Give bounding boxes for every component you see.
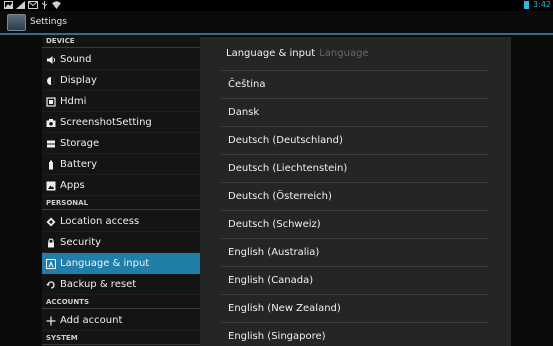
language-label: Deutsch (Österreich)	[228, 191, 332, 202]
language-label: English (New Zealand)	[228, 303, 341, 314]
usb-icon	[41, 1, 48, 9]
language-label: Deutsch (Liechtenstein)	[228, 163, 348, 174]
sidebar-item-label: Security	[60, 237, 102, 248]
camera-icon	[46, 118, 56, 128]
sidebar-item-display[interactable]: Display	[42, 70, 200, 91]
sidebar-item-storage[interactable]: Storage	[42, 133, 200, 154]
app-title: Settings	[30, 17, 67, 27]
sidebar-item-label: Hdmi	[60, 96, 87, 107]
location-icon	[46, 217, 56, 227]
plus-icon	[46, 316, 56, 326]
section-header-system: SYSTEM	[42, 332, 200, 345]
sidebar-item-label: Apps	[60, 180, 85, 191]
breadcrumb-current: Language	[319, 48, 369, 59]
language-item[interactable]: English (Singapore)	[221, 323, 488, 346]
sidebar-item-hdmi[interactable]: Hdmi	[42, 91, 200, 112]
clock: 3:42	[533, 0, 551, 9]
breadcrumb-parent[interactable]: Language & input	[226, 48, 315, 59]
sidebar-item-label: Add account	[60, 315, 123, 326]
language-label: English (Canada)	[228, 275, 314, 286]
display-icon	[46, 76, 56, 86]
language-item[interactable]: Deutsch (Deutschland)	[221, 127, 488, 155]
storage-icon	[46, 139, 56, 149]
breadcrumb: Language & input Language	[226, 47, 369, 60]
settings-sidebar: DEVICE Sound Display Hdmi ScreenshotSett…	[42, 35, 200, 346]
sidebar-item-label: Storage	[60, 138, 100, 149]
language-label: English (Australia)	[228, 247, 320, 258]
apps-icon	[46, 181, 56, 191]
signal-icon	[16, 1, 25, 9]
settings-content: DEVICE Sound Display Hdmi ScreenshotSett…	[0, 35, 553, 346]
lock-icon	[46, 238, 56, 248]
sidebar-item-label: Battery	[60, 159, 98, 170]
sidebar-item-label: Sound	[60, 54, 92, 65]
sidebar-item-language-input[interactable]: Language & input	[42, 253, 200, 274]
settings-app-icon[interactable]	[7, 14, 26, 31]
battery-status-icon	[524, 1, 529, 9]
sidebar-item-label: ScreenshotSetting	[60, 117, 152, 128]
language-label: Deutsch (Deutschland)	[228, 135, 343, 146]
sidebar-item-backup-reset[interactable]: Backup & reset	[42, 274, 200, 295]
status-bar: 3:42	[0, 0, 553, 11]
language-dialog: Language & input Language Čeština Dansk D…	[200, 37, 511, 346]
section-header-personal: PERSONAL	[42, 197, 200, 210]
message-icon	[28, 1, 38, 9]
keyboard-icon	[46, 259, 56, 269]
language-item[interactable]: English (Canada)	[221, 267, 488, 295]
backup-icon	[46, 280, 56, 290]
action-bar: Settings	[0, 11, 553, 35]
sidebar-item-label: Backup & reset	[60, 279, 137, 290]
section-header-device: DEVICE	[42, 35, 200, 48]
language-label: Deutsch (Schweiz)	[228, 219, 321, 230]
sidebar-item-battery[interactable]: Battery	[42, 154, 200, 175]
sidebar-item-location-access[interactable]: Location access	[42, 211, 200, 232]
language-item[interactable]: English (Australia)	[221, 239, 488, 267]
wifi-icon	[52, 1, 61, 9]
language-item[interactable]: Čeština	[221, 71, 488, 99]
speaker-icon	[46, 55, 56, 65]
language-item[interactable]: Dansk	[221, 99, 488, 127]
sidebar-item-label: Display	[60, 75, 97, 86]
sidebar-item-label: Language & input	[60, 258, 150, 269]
language-label: Čeština	[228, 79, 266, 90]
language-item[interactable]: Deutsch (Liechtenstein)	[221, 155, 488, 183]
battery-icon	[46, 160, 56, 170]
language-item[interactable]: Deutsch (Schweiz)	[221, 211, 488, 239]
language-label: Dansk	[228, 107, 260, 118]
sidebar-item-sound[interactable]: Sound	[42, 49, 200, 70]
section-header-accounts: ACCOUNTS	[42, 296, 200, 309]
sidebar-item-screenshot-setting[interactable]: ScreenshotSetting	[42, 112, 200, 133]
gallery-icon	[4, 1, 13, 9]
sidebar-item-add-account[interactable]: Add account	[42, 310, 200, 331]
language-item[interactable]: Deutsch (Österreich)	[221, 183, 488, 211]
sidebar-item-security[interactable]: Security	[42, 232, 200, 253]
sidebar-item-apps[interactable]: Apps	[42, 175, 200, 196]
sidebar-item-label: Location access	[60, 216, 140, 227]
hdmi-icon	[46, 97, 56, 107]
language-label: English (Singapore)	[228, 331, 326, 342]
language-item[interactable]: English (New Zealand)	[221, 295, 488, 323]
